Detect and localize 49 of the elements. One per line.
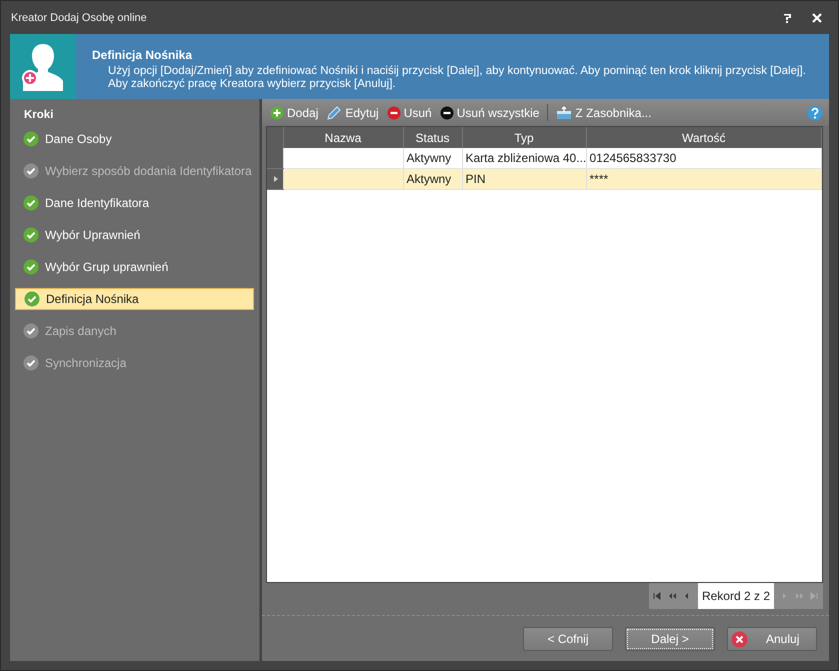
check-icon xyxy=(24,291,40,307)
table-cell: Karta zbliżeniowa 40... xyxy=(466,151,586,165)
table-cell: PIN xyxy=(466,172,486,186)
remove-button[interactable]: Usuń xyxy=(386,106,432,120)
check-icon xyxy=(23,355,39,371)
minus-icon xyxy=(440,106,454,120)
step-item[interactable]: Wybór Uprawnień xyxy=(15,223,254,247)
table-cell: 0124565833730 xyxy=(590,151,676,165)
column-header[interactable]: Status xyxy=(403,127,462,148)
column-header[interactable]: Typ xyxy=(462,127,586,148)
column-header[interactable]: Wartość xyxy=(586,127,822,148)
check-icon xyxy=(23,259,39,275)
instruction-text: Użyj opcji [Dodaj/Zmień] aby zdefiniować Nośniki i naciśij przycisk [Dalej], aby kontynuować. Aby pominąć ten krok kliknij przycisk [Dalej]. xyxy=(107,65,806,78)
edit-button[interactable]: Edytuj xyxy=(326,104,379,120)
prev-page-icon[interactable] xyxy=(668,592,677,600)
check-icon xyxy=(23,195,39,211)
help-icon[interactable] xyxy=(807,104,823,120)
steps-heading: Kroki xyxy=(24,109,54,121)
check-icon xyxy=(23,163,39,179)
plus-icon xyxy=(270,106,284,120)
step-title: Definicja Nośnika xyxy=(92,48,194,62)
first-icon[interactable] xyxy=(652,592,662,600)
pencil-icon xyxy=(326,104,342,120)
table-cell: **** xyxy=(590,172,608,186)
table-cell: Aktywny xyxy=(406,172,452,186)
check-icon xyxy=(23,323,39,339)
store-button[interactable]: Z Zasobnika... xyxy=(556,106,652,120)
step-item[interactable]: Dane Identyfikatora xyxy=(15,191,254,215)
next-button[interactable]: Dalej > xyxy=(625,627,715,651)
step-item[interactable]: Definicja Nośnika xyxy=(15,288,254,310)
add-button[interactable]: Dodaj xyxy=(270,106,318,120)
check-icon xyxy=(23,227,39,243)
close-icon[interactable] xyxy=(812,12,822,22)
step-item[interactable]: Wybór Grup uprawnień xyxy=(15,255,254,279)
back-button[interactable]: < Cofnij xyxy=(523,627,613,651)
row-indicator-icon xyxy=(272,175,280,183)
table-cell: Aktywny xyxy=(406,151,452,165)
minus-icon xyxy=(386,106,401,120)
remove-all-button[interactable]: Usuń wszystkie xyxy=(440,106,540,120)
column-header[interactable]: Nazwa xyxy=(283,127,403,148)
tray-icon xyxy=(556,106,572,120)
record-counter: Rekord 2 z 2 xyxy=(698,583,774,609)
step-item[interactable]: Dane Osoby xyxy=(15,127,254,151)
instruction-text: Aby zakończyć pracę Kreatora wybierz przycisk [Anuluj]. xyxy=(107,78,397,91)
window-title: Kreator Dodaj Osobę online xyxy=(11,12,148,24)
help-icon[interactable] xyxy=(783,12,792,22)
cancel-icon xyxy=(731,630,748,648)
cancel-button[interactable]: Anuluj xyxy=(727,627,817,651)
check-icon xyxy=(23,131,39,147)
